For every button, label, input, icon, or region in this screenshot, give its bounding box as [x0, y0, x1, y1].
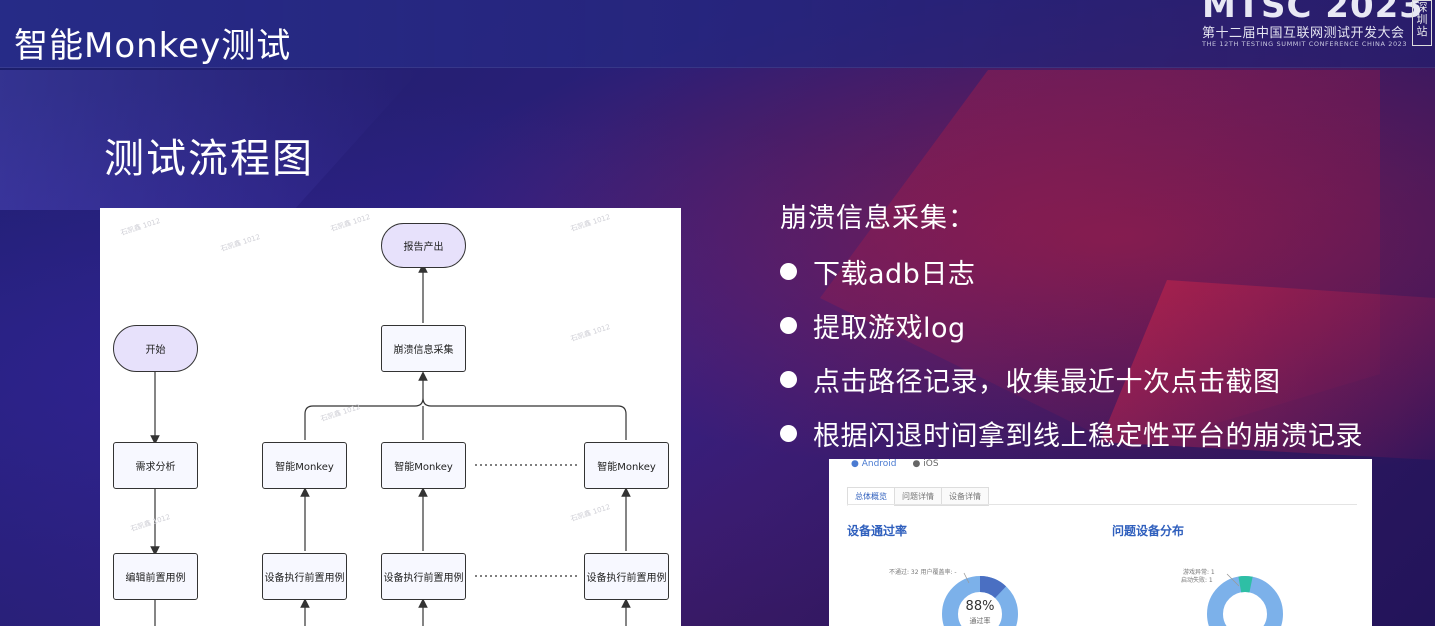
- section-title: 测试流程图: [104, 136, 314, 182]
- logo-subtitle: 第十二届中国互联网测试开发大会: [1202, 26, 1405, 41]
- slide-title: 智能Monkey测试: [14, 26, 292, 66]
- node-device-pre-1: 设备执行前置用例: [262, 553, 347, 600]
- dashboard-charts: [942, 572, 1283, 626]
- list-item: 提取游戏log: [780, 298, 1363, 352]
- bullet-text: 根据闪退时间拿到线上稳定性平台的崩溃记录: [813, 420, 1363, 452]
- node-crash-collect: 崩溃信息采集: [381, 325, 466, 372]
- bullet-text: 点击路径记录，收集最近十次点击截图: [813, 366, 1281, 398]
- logo-english: THE 12TH TESTING SUMMIT CONFERENCE CHINA…: [1202, 40, 1408, 48]
- pass-rate-percent: 88%: [965, 599, 995, 614]
- flowchart-panel: 石凯鑫 1012 石凯鑫 1012 石凯鑫 1012 石凯鑫 1012 石凯鑫 …: [100, 208, 681, 626]
- list-item: 点击路径记录，收集最近十次点击截图: [780, 352, 1363, 406]
- node-device-pre-3: 设备执行前置用例: [584, 553, 669, 600]
- pass-rate-label: 通过率: [969, 617, 991, 625]
- bullet-text: 提取游戏log: [813, 312, 966, 344]
- bullet-icon: [780, 262, 797, 280]
- logo-city-seal: 深圳站: [1412, 0, 1432, 46]
- node-requirement: 需求分析: [113, 442, 198, 489]
- node-edit-pre-case: 编辑前置用例: [113, 553, 198, 600]
- slide-header: 智能Monkey测试 MTSC 2023 第十二届中国互联网测试开发大会 THE…: [0, 0, 1435, 68]
- dashboard-screenshot: ● Android ● iOS 总体概览 问题详情 设备详情 设备通过率 问题设…: [829, 459, 1372, 626]
- bullet-text: 下载adb日志: [813, 258, 976, 290]
- list-item: 根据闪退时间拿到线上稳定性平台的崩溃记录: [780, 406, 1363, 460]
- bullet-icon: [780, 424, 797, 442]
- node-monkey-2: 智能Monkey: [381, 442, 466, 489]
- node-report: 报告产出: [381, 223, 466, 268]
- crash-info-list: 下载adb日志 提取游戏log 点击路径记录，收集最近十次点击截图 根据闪退时间…: [780, 244, 1363, 460]
- node-monkey-3: 智能Monkey: [584, 442, 669, 489]
- node-monkey-1: 智能Monkey: [262, 442, 347, 489]
- crash-info-heading: 崩溃信息采集：: [780, 203, 976, 234]
- node-start: 开始: [113, 325, 198, 372]
- node-device-pre-2: 设备执行前置用例: [381, 553, 466, 600]
- bullet-icon: [780, 370, 797, 388]
- list-item: 下载adb日志: [780, 244, 1363, 298]
- bullet-icon: [780, 316, 797, 334]
- conference-logo: MTSC 2023 第十二届中国互联网测试开发大会 THE 12TH TESTI…: [1196, 0, 1435, 50]
